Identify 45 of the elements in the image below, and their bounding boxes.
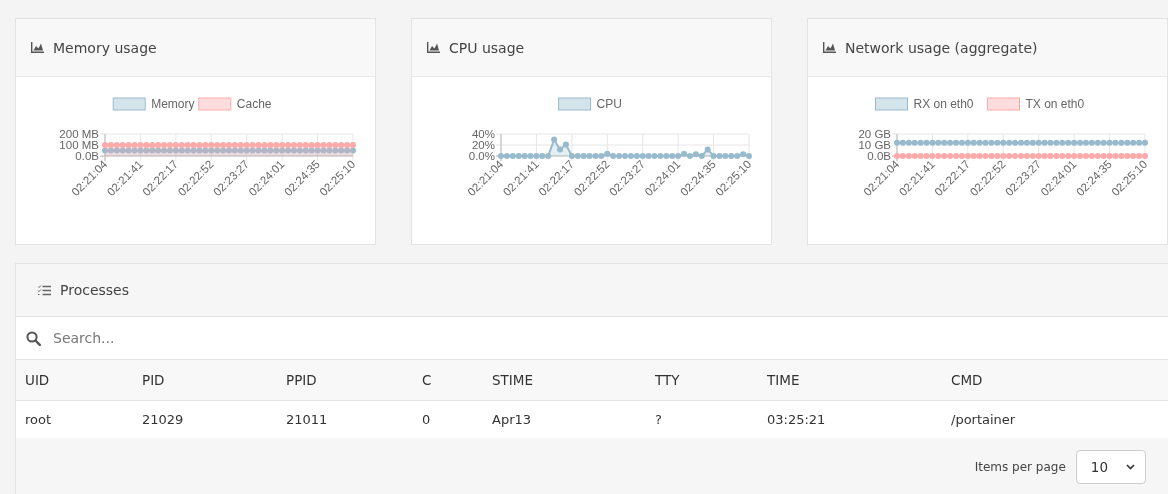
column-header[interactable]: PID bbox=[142, 372, 286, 388]
column-header[interactable]: C bbox=[422, 372, 492, 388]
legend-label: TX on eth0 bbox=[1025, 97, 1085, 111]
axis-tick-label: 20% bbox=[471, 139, 495, 151]
legend-label: Cache bbox=[236, 97, 272, 111]
legend-label: CPU bbox=[596, 97, 622, 111]
table-cell-text: 21029 bbox=[142, 412, 185, 427]
table-cell-text: 21011 bbox=[286, 412, 329, 427]
data-point bbox=[551, 136, 558, 143]
axis-tick-label: 0.0% bbox=[468, 150, 495, 162]
page-size-select[interactable]: 10 bbox=[1075, 450, 1146, 484]
chevron-down-icon bbox=[1126, 464, 1135, 470]
table-cell-text: ? bbox=[655, 412, 663, 427]
area-chart-icon bbox=[427, 42, 440, 53]
search-icon bbox=[26, 330, 41, 346]
table-cell-text: root bbox=[25, 412, 53, 427]
axis-tick-label: 10 GB bbox=[858, 139, 891, 151]
search-field[interactable]: Search... bbox=[53, 323, 1168, 353]
table-cell-text: Apr13 bbox=[492, 412, 533, 427]
column-header[interactable]: CMD bbox=[951, 372, 1168, 388]
axis-tick-label: 20 GB bbox=[858, 128, 891, 140]
column-header[interactable]: TTY bbox=[655, 372, 767, 388]
card-title: CPU usage bbox=[449, 39, 525, 56]
axis-tick-label: 100 MB bbox=[59, 139, 99, 151]
table-cell-text: 03:25:21 bbox=[767, 412, 827, 427]
card-title: Memory usage bbox=[53, 39, 157, 56]
area-chart-icon bbox=[31, 42, 44, 53]
axis-tick-label: 0.0B bbox=[75, 150, 99, 162]
area-chart-icon bbox=[823, 42, 836, 53]
legend-label: Memory bbox=[151, 97, 195, 111]
checklist-icon bbox=[38, 284, 51, 296]
column-header[interactable]: PPID bbox=[286, 372, 422, 388]
axis-tick-label: 0.0B bbox=[867, 150, 891, 162]
column-header[interactable]: TIME bbox=[767, 372, 951, 388]
panel-title: Processes bbox=[60, 282, 129, 298]
search-bar[interactable]: Search... bbox=[16, 317, 1168, 360]
axis-tick-label: 200 MB bbox=[59, 128, 99, 140]
items-per-page-label: Items per page bbox=[974, 460, 1066, 474]
column-header[interactable]: UID bbox=[25, 372, 142, 388]
legend-label: RX on eth0 bbox=[913, 97, 974, 111]
table-cell-text: 0 bbox=[422, 412, 432, 427]
card-title: Network usage (aggregate) bbox=[845, 39, 1038, 56]
axis-tick-label: 40% bbox=[471, 128, 495, 140]
column-header[interactable]: STIME bbox=[492, 372, 655, 388]
table-cell-text: /portainer bbox=[951, 412, 1017, 427]
